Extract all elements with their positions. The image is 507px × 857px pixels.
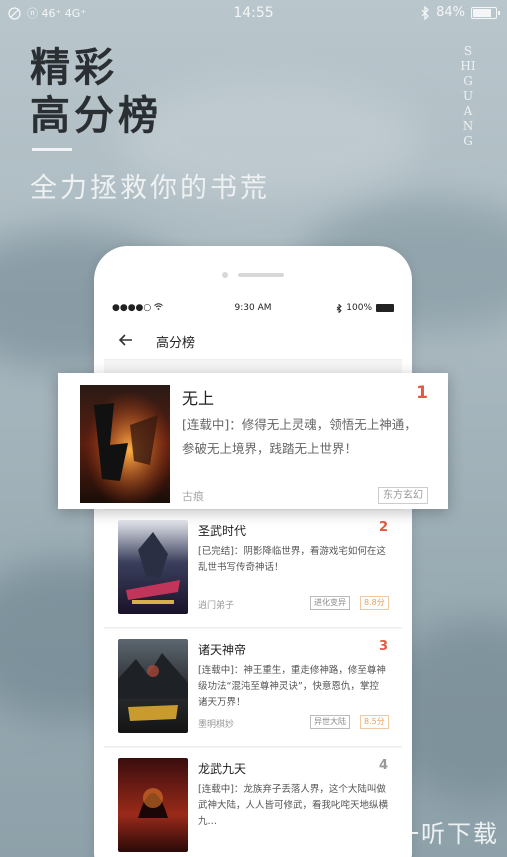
watermark-icon: 听: [351, 812, 389, 850]
hero-subtitle: 全力拯救你的书荒: [30, 173, 270, 204]
hero-divider: [32, 148, 72, 151]
phone-mockup: ●●●●○ 9:30 AM 100% 高分榜 圣武时代 2 [已完结]：阴影降临…: [94, 246, 412, 857]
list-item[interactable]: 诸天神帝 3 [连载中]：神王重生，重走修神路，修至尊神级功法“混沌至尊神灵诀”…: [104, 629, 402, 747]
hero-title: 精彩 高分榜: [30, 44, 162, 140]
battery-percent: 84%: [436, 5, 465, 20]
book-category-tag: 进化变异: [310, 596, 350, 610]
featured-book-title: 无上: [182, 389, 215, 408]
list-item[interactable]: 圣武时代 2 [已完结]：阴影降临世界，看游戏宅如何在这乱世书写传奇神话！ 逍门…: [104, 510, 402, 628]
phone-speaker: [238, 273, 284, 277]
book-rank: 4: [378, 758, 388, 773]
book-cover: [118, 758, 188, 852]
book-title: 圣武时代: [198, 524, 247, 538]
book-rank: 3: [378, 639, 388, 654]
featured-book-cover: [80, 385, 170, 503]
nav-bar: 高分榜: [104, 320, 402, 360]
featured-book-rank: 1: [416, 383, 428, 403]
book-category-tag: 异世大陆: [310, 715, 350, 729]
featured-book-description: [连载中]：修得无上灵魂，领悟无上神通，参破无上境界，践踏无上世界！: [182, 417, 417, 456]
watermark-text: 一听下载: [395, 819, 499, 848]
book-score-badge: 8.8分: [360, 596, 389, 610]
featured-book-category-tag: 东方玄幻: [378, 487, 428, 504]
inner-battery-percent: 100%: [346, 303, 372, 313]
watermark-logo: 听 一听下载: [351, 812, 499, 850]
hero-title-line2: 高分榜: [30, 93, 162, 139]
book-cover: [118, 520, 188, 614]
featured-book-author: 古痕: [182, 490, 204, 503]
book-author: 墨明棋妙: [198, 720, 235, 730]
nav-title: 高分榜: [156, 336, 196, 351]
status-bar: ⓝ 46⁺ 4G⁺ 14:55 84%: [0, 0, 507, 28]
arrow-left-icon[interactable]: [116, 330, 136, 350]
battery-icon: [471, 6, 500, 19]
inner-bluetooth-icon: [336, 303, 342, 313]
bluetooth-icon: [421, 5, 430, 20]
book-cover: [118, 639, 188, 733]
phone-camera: [222, 272, 228, 278]
inner-status-bar: ●●●●○ 9:30 AM 100%: [104, 298, 402, 320]
book-description: [已完结]：阴影降临世界，看游戏宅如何在这乱世书写传奇神话！: [198, 546, 386, 573]
book-rank: 2: [378, 520, 388, 535]
featured-book-card[interactable]: 无上 1 [连载中]：修得无上灵魂，领悟无上神通，参破无上境界，践踏无上世界！ …: [58, 373, 448, 509]
book-title: 诸天神帝: [198, 643, 247, 657]
book-author: 逍门弟子: [198, 601, 235, 611]
book-score-badge: 8.5分: [360, 715, 389, 729]
inner-battery-icon: [376, 304, 394, 312]
book-title: 龙武九天: [198, 762, 247, 776]
hero-title-line1: 精彩: [30, 45, 118, 91]
book-description: [连载中]：神王重生，重走修神路，修至尊神级功法“混沌至尊神灵诀”，快意恩仇，掌…: [198, 665, 386, 708]
vertical-brand-text: SHIGUANG: [460, 44, 476, 148]
